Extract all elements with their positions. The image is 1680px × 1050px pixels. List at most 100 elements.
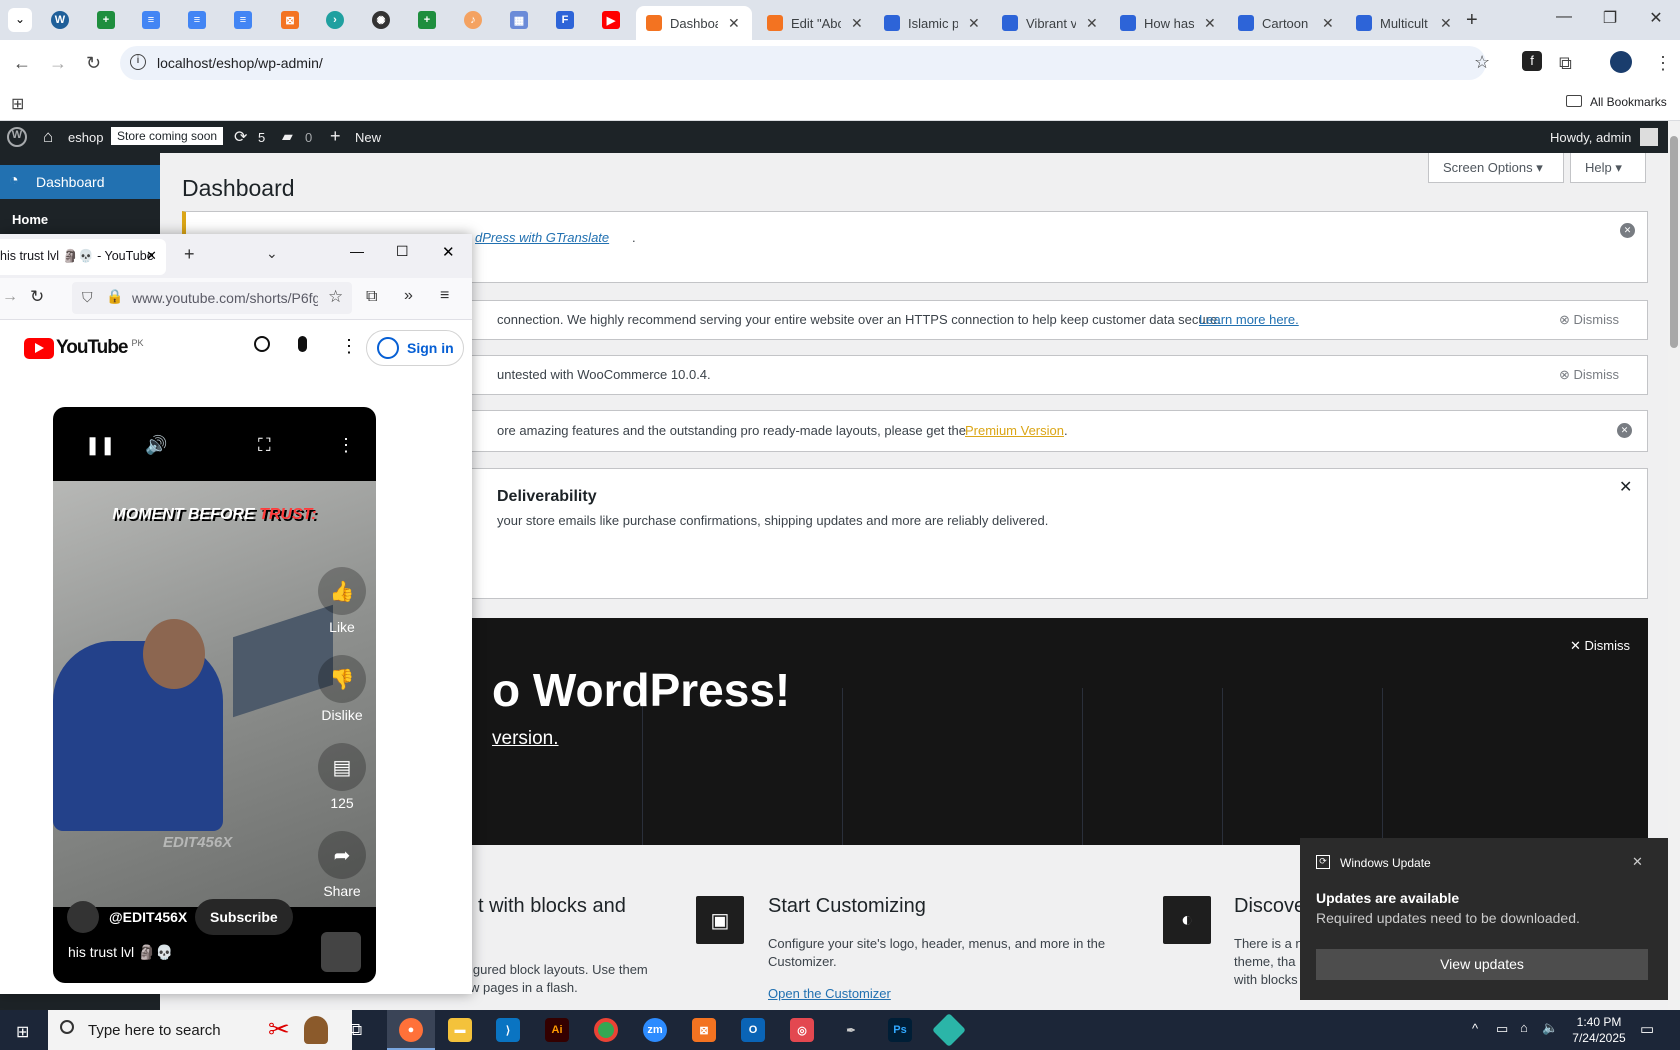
sound-thumbnail[interactable] — [321, 932, 361, 972]
screen-options-button[interactable]: Screen Options ▾ — [1428, 153, 1564, 183]
updates-count[interactable]: 5 — [258, 130, 265, 145]
outlook-taskbar-icon[interactable]: O — [741, 1018, 765, 1042]
back-arrow-icon[interactable]: → — [2, 288, 18, 306]
user-avatar[interactable] — [1640, 128, 1658, 146]
url-text[interactable]: localhost/eshop/wp-admin/ — [157, 55, 323, 71]
close-window-icon[interactable]: ✕ — [442, 243, 455, 261]
zoom-taskbar-icon[interactable]: zm — [643, 1018, 667, 1042]
more-options-icon[interactable]: ⋮ — [337, 435, 355, 456]
windows-start-icon[interactable]: ⊞ — [16, 1022, 29, 1042]
app-taskbar-icon[interactable] — [932, 1013, 966, 1047]
new-content-link[interactable]: New — [355, 130, 381, 145]
tray-network-icon[interactable]: ▭ — [1496, 1021, 1508, 1037]
task-view-icon[interactable]: ⧉ — [350, 1020, 362, 1040]
shorts-player[interactable]: ❚❚ 🔊 ⛶ ⋮ MOMENT BEFORE TRUST: EDIT456X 👍… — [53, 407, 376, 983]
address-bar[interactable]: i localhost/eshop/wp-admin/ ☆ — [120, 46, 1490, 80]
search-icon[interactable] — [254, 336, 270, 352]
store-coming-soon-badge[interactable]: Store coming soon — [111, 127, 224, 145]
close-notice-icon[interactable]: ✕ — [1617, 423, 1632, 438]
close-tab-icon[interactable]: ✕ — [1086, 15, 1098, 32]
share-button[interactable]: ➦ Share — [317, 831, 367, 899]
learn-more-link[interactable]: Learn more here. — [1199, 312, 1299, 327]
tab-multicult[interactable]: Multicult ✕ — [1346, 6, 1458, 40]
close-window-icon[interactable]: ✕ — [1636, 8, 1676, 28]
toast-close-icon[interactable]: ✕ — [1632, 854, 1643, 870]
minimize-icon[interactable]: — — [1544, 8, 1584, 26]
forms-tab-icon[interactable]: F — [556, 11, 574, 29]
sidebar-item-dashboard[interactable]: ◔ Dashboard — [0, 165, 160, 199]
sign-in-button[interactable]: Sign in — [366, 330, 464, 366]
tab-edit-about[interactable]: Edit "About ✕ — [757, 6, 869, 40]
app-tab-icon[interactable]: › — [326, 11, 344, 29]
comments-icon[interactable]: ▰ — [282, 128, 293, 145]
welcome-version-link[interactable]: version. — [492, 728, 559, 750]
grid-tab-icon[interactable]: ▦ — [510, 11, 528, 29]
extension-f-icon[interactable]: f — [1522, 51, 1542, 71]
youtube-logo[interactable]: YouTube PK — [24, 337, 143, 359]
howdy-user-link[interactable]: Howdy, admin — [1550, 130, 1631, 145]
dismiss-button[interactable]: ⊗ Dismiss — [1559, 367, 1619, 383]
photoshop-taskbar-icon[interactable]: Ps — [888, 1018, 912, 1042]
close-tab-icon[interactable]: ✕ — [1440, 15, 1452, 32]
wordpress-tab-icon[interactable]: W — [51, 11, 69, 29]
welcome-dismiss-button[interactable]: ✕ Dismiss — [1570, 638, 1630, 654]
creative-cloud-taskbar-icon[interactable]: ◎ — [790, 1018, 814, 1042]
close-icon[interactable]: ✕ — [1619, 477, 1632, 497]
close-tab-icon[interactable]: ✕ — [1204, 15, 1216, 32]
dismiss-button[interactable]: ⊗ Dismiss — [1559, 312, 1619, 328]
tab-search-button[interactable]: ⌄ — [8, 8, 32, 32]
like-button[interactable]: 👍 Like — [317, 567, 367, 635]
maximize-icon[interactable]: ☐ — [396, 243, 409, 260]
tab-cartoon[interactable]: Cartoon ✕ — [1228, 6, 1340, 40]
list-tabs-icon[interactable]: ⌄ — [266, 245, 278, 262]
subscribe-button[interactable]: Subscribe — [195, 899, 293, 935]
site-info-icon[interactable]: i — [130, 54, 146, 70]
firefox-taskbar-icon[interactable]: ● — [399, 1018, 423, 1042]
youtube-tab-icon[interactable]: ▶ — [602, 11, 620, 29]
bookmark-star-icon[interactable]: ☆ — [328, 287, 343, 307]
sheets-tab-icon[interactable]: + — [418, 11, 436, 29]
sheets-tab-icon[interactable]: + — [97, 11, 115, 29]
vscode-taskbar-icon[interactable]: ⟩ — [496, 1018, 520, 1042]
help-button[interactable]: Help ▾ — [1570, 153, 1646, 183]
taskbar-search-box[interactable]: Type here to search ✂ — [48, 1010, 352, 1050]
close-tab-icon[interactable]: ✕ — [728, 15, 740, 32]
updates-icon[interactable]: ⟳ — [234, 127, 247, 147]
video-title[interactable]: his trust lvl 🗿💀 — [68, 944, 173, 961]
reload-icon[interactable]: ↻ — [86, 53, 101, 74]
view-updates-button[interactable]: View updates — [1316, 949, 1648, 980]
back-arrow-icon[interactable]: ← — [13, 53, 31, 74]
apps-grid-icon[interactable]: ⊞ — [11, 94, 24, 114]
tab-dashboard[interactable]: Dashboard ✕ — [636, 6, 752, 40]
fullscreen-icon[interactable]: ⛶ — [258, 435, 271, 456]
scrollbar-thumb[interactable] — [1670, 136, 1678, 348]
volume-icon[interactable]: 🔊 — [145, 435, 167, 456]
new-plus-icon[interactable]: + — [330, 126, 341, 147]
pause-icon[interactable]: ❚❚ — [85, 435, 115, 456]
notification-center-icon[interactable]: ▭ — [1640, 1020, 1654, 1038]
tray-chevron-icon[interactable]: ^ — [1472, 1021, 1478, 1036]
docs-tab-icon[interactable]: ≡ — [234, 11, 252, 29]
channel-name[interactable]: @EDIT456X — [109, 909, 187, 925]
reload-icon[interactable]: ↻ — [30, 287, 44, 307]
extensions-puzzle-icon[interactable]: ⧉ — [1559, 53, 1572, 74]
docs-tab-icon[interactable]: ≡ — [188, 11, 206, 29]
tab-islamic[interactable]: Islamic p ✕ — [874, 6, 986, 40]
youtube-tab[interactable]: his trust lvl 🗿💀 - YouTube — [0, 239, 166, 275]
xampp-tab-icon[interactable]: ⊠ — [281, 11, 299, 29]
close-tab-icon[interactable]: ✕ — [851, 15, 863, 32]
wordpress-logo-icon[interactable]: W — [7, 127, 27, 147]
overflow-chevron-icon[interactable]: » — [404, 287, 413, 305]
taskbar-clock[interactable]: 1:40 PM 7/24/2025 — [1554, 1014, 1644, 1046]
minimize-icon[interactable]: — — [350, 243, 364, 259]
openai-tab-icon[interactable]: ✺ — [372, 11, 390, 29]
restore-icon[interactable]: ❐ — [1590, 8, 1630, 28]
app-menu-icon[interactable]: ≡ — [440, 287, 449, 305]
more-vert-icon[interactable]: ⋮ — [340, 336, 358, 357]
microphone-icon[interactable] — [298, 336, 307, 352]
tray-wifi-icon[interactable]: ⌂ — [1520, 1020, 1528, 1035]
xampp-taskbar-icon[interactable]: ⊠ — [692, 1018, 716, 1042]
extensions-icon[interactable]: ⧉ — [366, 288, 377, 306]
channel-avatar[interactable] — [67, 901, 99, 933]
tab-vibrant[interactable]: Vibrant v ✕ — [992, 6, 1104, 40]
